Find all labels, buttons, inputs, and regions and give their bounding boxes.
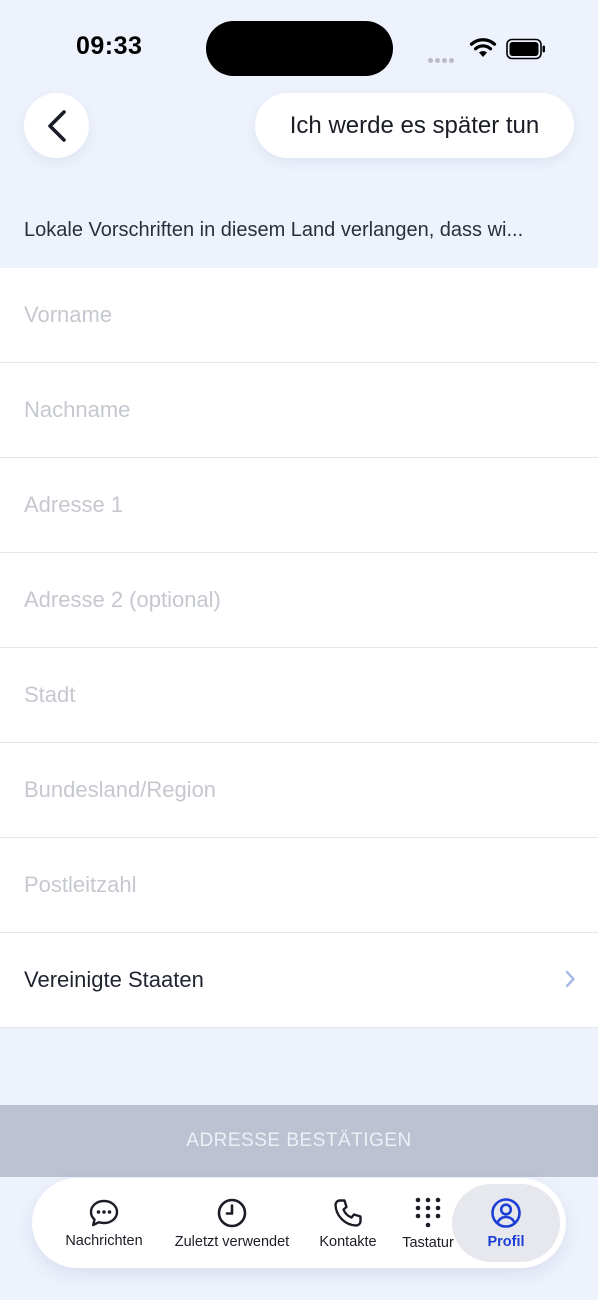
tab-contacts[interactable]: Kontakte — [310, 1178, 386, 1268]
country-selector[interactable]: Vereinigte Staaten — [0, 933, 598, 1028]
last-name-input[interactable] — [24, 397, 564, 423]
address2-row — [0, 553, 598, 648]
cellular-signal-icon — [428, 50, 456, 68]
chevron-right-icon — [565, 970, 575, 988]
profile-icon — [491, 1197, 521, 1228]
tab-label: Nachrichten — [65, 1232, 143, 1249]
status-bar: 09:33 — [0, 0, 598, 96]
confirm-address-button[interactable]: ADRESSE BESTÄTIGEN — [0, 1105, 598, 1177]
city-input[interactable] — [24, 682, 564, 708]
regulation-notice: Lokale Vorschriften in diesem Land verla… — [24, 219, 524, 241]
clock-icon — [217, 1198, 247, 1227]
address1-row — [0, 458, 598, 553]
back-button[interactable] — [24, 93, 89, 158]
tab-label: Zuletzt verwendet — [174, 1233, 290, 1250]
chat-bubble-icon — [89, 1199, 119, 1226]
phone-icon — [334, 1198, 362, 1227]
tab-bar: Nachrichten Zuletzt verwendet Kontakte T… — [32, 1178, 566, 1268]
skip-later-button[interactable]: Ich werde es später tun — [255, 93, 574, 158]
zip-input[interactable] — [24, 872, 564, 898]
address2-input[interactable] — [24, 587, 564, 613]
city-row — [0, 648, 598, 743]
state-row — [0, 743, 598, 838]
home-indicator-area — [0, 1284, 598, 1300]
dynamic-island — [206, 21, 393, 76]
address1-input[interactable] — [24, 492, 564, 518]
wifi-icon — [469, 38, 497, 57]
status-time: 09:33 — [76, 32, 143, 60]
address-form: Vereinigte Staaten — [0, 268, 598, 1028]
zip-row — [0, 838, 598, 933]
tab-messages[interactable]: Nachrichten — [56, 1178, 152, 1268]
tab-profile[interactable]: Profil — [452, 1178, 560, 1268]
tab-recent[interactable]: Zuletzt verwendet — [162, 1178, 302, 1268]
first-name-input[interactable] — [24, 302, 564, 328]
keypad-icon — [415, 1197, 441, 1227]
first-name-row — [0, 268, 598, 363]
tab-label: Profil — [487, 1233, 525, 1250]
chevron-left-icon — [47, 109, 66, 142]
tab-label: Tastatur — [402, 1234, 454, 1251]
tab-label: Kontakte — [319, 1233, 377, 1250]
state-input[interactable] — [24, 777, 564, 803]
last-name-row — [0, 363, 598, 458]
status-icons — [428, 36, 552, 63]
battery-icon — [506, 38, 545, 60]
country-value: Vereinigte Staaten — [24, 967, 204, 992]
